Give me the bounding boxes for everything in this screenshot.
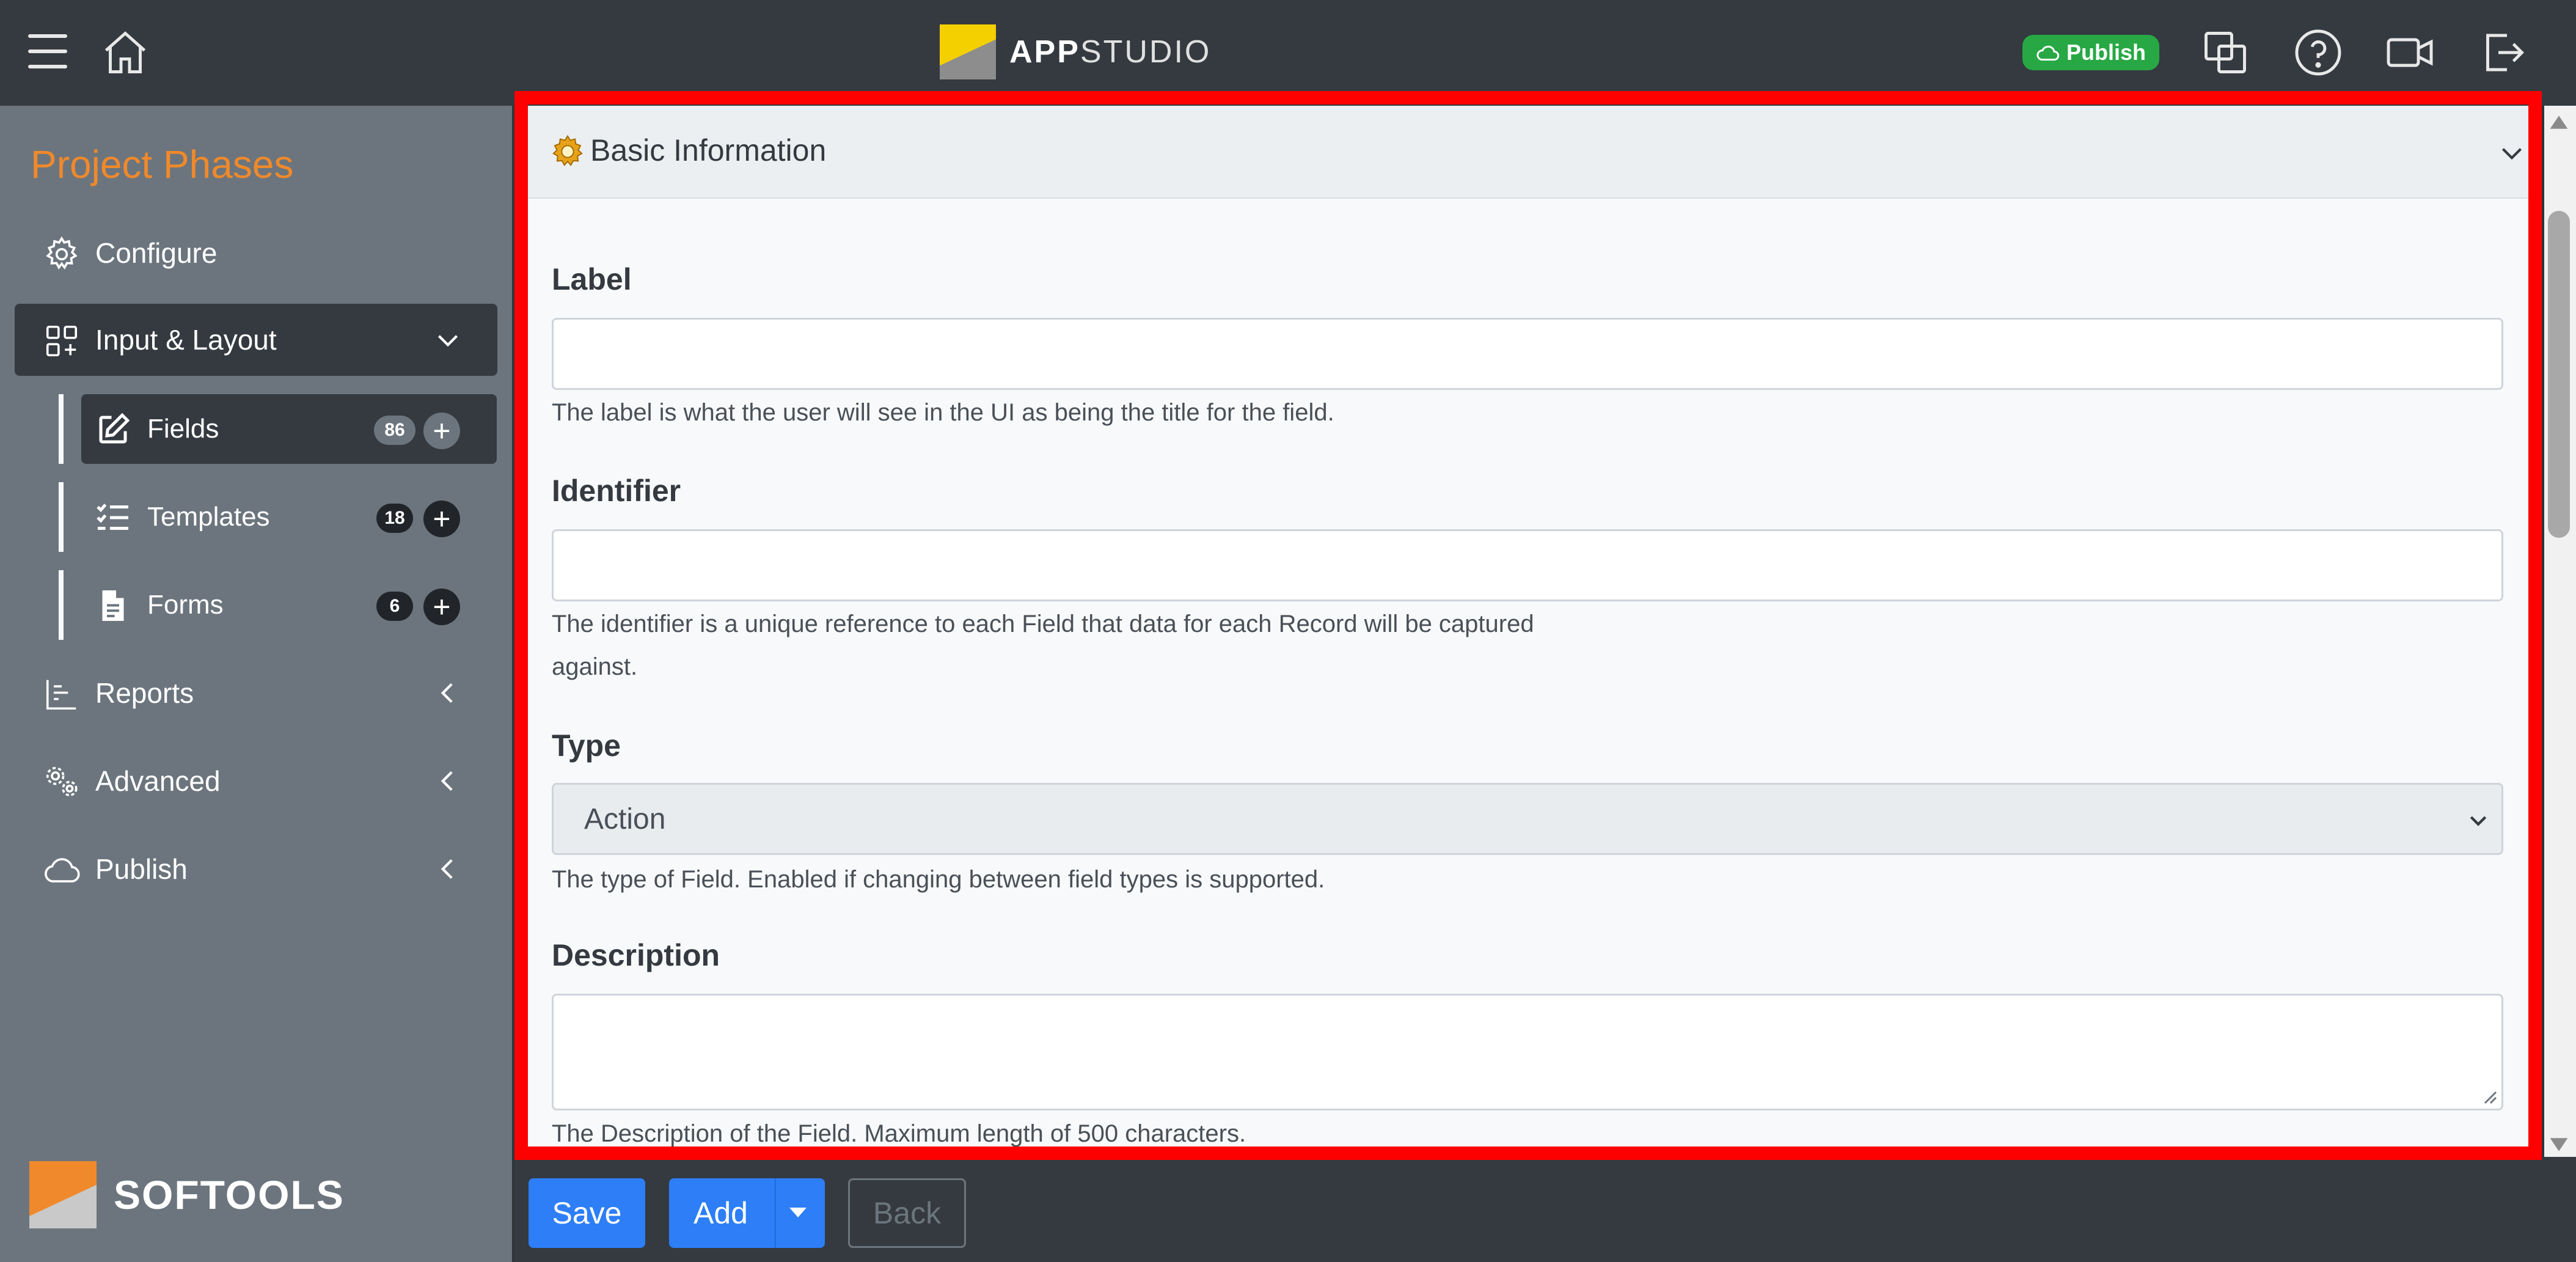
cloud-icon [2036,45,2060,61]
gear-icon [46,236,78,270]
identifier-field-title: Identifier [552,474,681,508]
scroll-down-arrow-icon[interactable] [2548,1134,2570,1156]
card-title: Basic Information [590,133,827,167]
add-form-button[interactable]: + [423,589,460,625]
help-icon[interactable] [2292,27,2344,78]
publish-badge-label: Publish [2066,40,2146,65]
app-name-bold: APP [1009,34,1080,70]
type-help-text: The type of Field. Enabled if changing b… [552,866,1325,893]
label-field-title: Label [552,262,632,296]
sidebar-item-input-layout[interactable]: Input & Layout [15,304,497,376]
sidebar-item-label: Advanced [95,765,221,797]
publish-badge[interactable]: Publish [2022,35,2159,70]
type-select-value: Action [584,802,666,835]
sub-indent-bar [59,570,64,640]
appstudio-logo: APPSTUDIO [940,24,1211,79]
softools-logo-mark [29,1161,97,1228]
layout-add-icon [46,325,78,357]
chevron-down-icon[interactable] [2497,138,2527,168]
document-icon [102,590,124,621]
count-badge: 86 [374,416,415,445]
softools-logo: SOFTOOLS [29,1161,345,1228]
label-help-text: The label is what the user will see in t… [552,399,1334,426]
sidebar-item-label: Reports [95,677,194,709]
caret-down-icon[interactable] [789,1208,807,1217]
type-field-title: Type [552,728,621,763]
sidebar-subitem-label: Forms [147,590,224,620]
basic-information-header[interactable]: Basic Information [514,106,2539,199]
description-field-title: Description [552,938,720,972]
edit-icon [99,413,130,444]
sub-indent-bar [59,482,64,552]
sidebar-subitem-fields[interactable]: Fields 86 + [81,394,497,464]
home-icon[interactable] [100,27,151,78]
sidebar-item-reports[interactable]: Reports [15,657,497,729]
save-button[interactable]: Save [529,1178,645,1248]
description-help-text: The Description of the Field. Maximum le… [552,1120,1246,1147]
chevron-down-icon [2470,816,2487,826]
back-button[interactable]: Back [848,1178,966,1248]
count-badge: 6 [376,592,413,621]
bar-chart-icon [46,680,76,710]
sidebar-item-label: Configure [95,237,218,269]
hamburger-menu-icon[interactable] [28,34,67,68]
sidebar-item-label: Publish [95,853,188,885]
sub-indent-bar [59,394,64,464]
appstudio-logo-mark [940,24,996,79]
sidebar-subitem-templates[interactable]: Templates 18 + [81,482,497,552]
sidebar-item-configure[interactable]: Configure [15,217,497,289]
copy-icon[interactable] [2200,27,2251,78]
add-button[interactable]: Add [669,1178,825,1248]
identifier-help-text: The identifier is a unique reference to … [552,611,1534,637]
cloud-icon [45,858,80,882]
project-title: Project Phases [31,142,294,186]
sidebar-item-label: Input & Layout [95,324,277,356]
gear-icon [552,134,583,166]
count-badge: 18 [376,504,413,533]
sidebar-subitem-label: Templates [147,502,270,532]
identifier-input[interactable] [552,529,2503,601]
sidebar-item-advanced[interactable]: Advanced [15,745,497,817]
sidebar-subitem-forms[interactable]: Forms 6 + [81,570,497,640]
add-button-label: Add [693,1196,748,1230]
chevron-left-icon [441,771,453,791]
scrollbar-thumb[interactable] [2548,211,2570,538]
label-input[interactable] [552,318,2503,390]
description-textarea[interactable] [552,994,2503,1110]
checklist-icon [97,504,128,530]
app-name-rest: STUDIO [1080,34,1212,70]
chevron-left-icon [441,859,453,879]
resize-grip-icon[interactable] [2479,1087,2498,1105]
scroll-up-arrow-icon[interactable] [2548,111,2570,133]
sidebar-item-publish[interactable]: Publish [15,833,497,905]
chevron-down-icon [437,335,458,347]
sidebar-subitem-label: Fields [147,414,219,444]
softools-brand: SOFTOOLS [114,1172,345,1217]
identifier-help-text-cont: against. [552,653,638,680]
type-select[interactable]: Action [552,783,2503,855]
top-bar [0,0,2576,106]
split-divider [775,1178,776,1248]
add-template-button[interactable]: + [423,501,460,537]
gears-icon [46,766,78,796]
video-icon[interactable] [2384,27,2435,78]
chevron-left-icon [441,683,453,703]
logout-icon[interactable] [2477,27,2528,78]
add-field-button[interactable]: + [423,413,460,449]
